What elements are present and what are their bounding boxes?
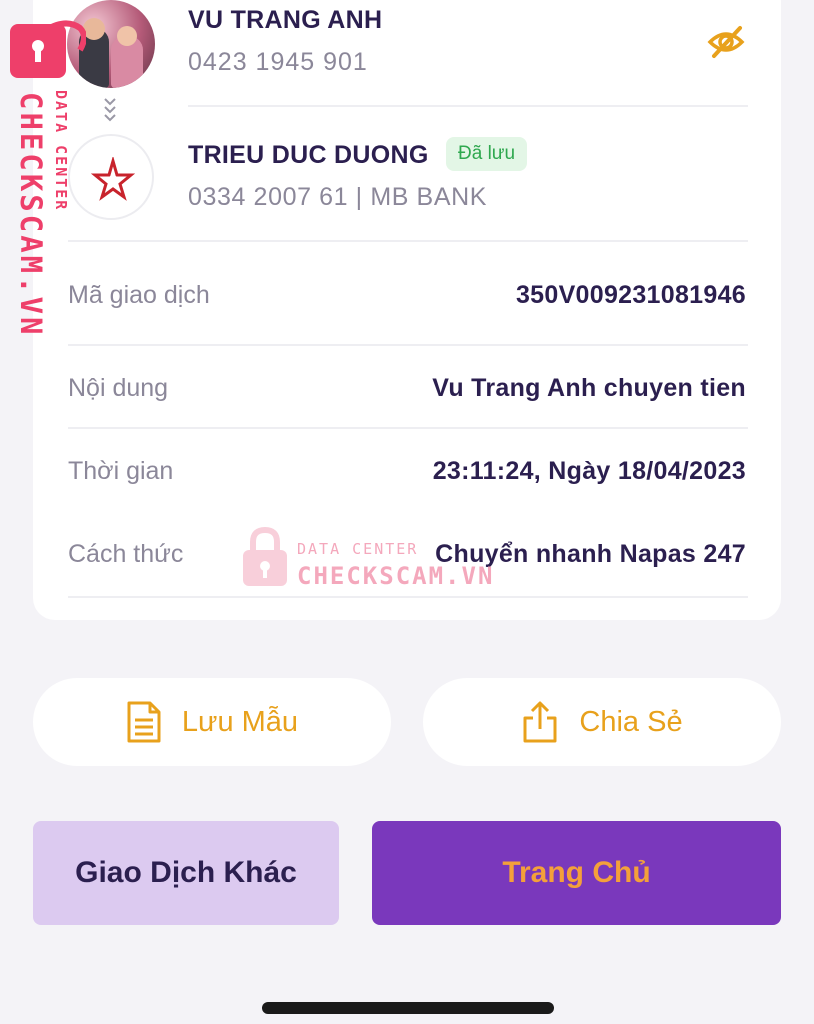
divider [68,596,748,598]
document-icon [127,701,161,743]
divider [188,105,748,107]
sender-account: 0423 1945 901 [188,48,368,76]
home-indicator[interactable] [262,1002,554,1014]
divider [68,427,748,429]
divider [68,240,748,242]
watermark-side-subtext: DATA CENTER [52,90,70,212]
watermark-center-text: CHECKSCAM.VN [297,562,495,590]
share-upload-icon [523,701,557,743]
other-transaction-button[interactable]: Giao Dịch Khác [33,821,339,925]
home-button[interactable]: Trang Chủ [372,821,781,925]
watermark-center-lock-icon [243,526,287,586]
eye-off-icon[interactable] [706,22,746,62]
time-value: 23:11:24, Ngày 18/04/2023 [432,457,746,485]
time-label: Thời gian [68,457,174,485]
content-label: Nội dung [68,374,169,402]
share-label: Chia Sẻ [579,705,683,738]
transaction-detail-card [33,0,781,620]
watermark-lock-icon [10,20,86,78]
share-button[interactable]: Chia Sẻ [423,678,781,766]
bank-logo [68,134,154,220]
transaction-id-value: 350V009231081946 [515,281,746,309]
mb-bank-star-icon [91,157,135,201]
saved-badge: Đã lưu [446,137,528,171]
watermark-center-subtext: DATA CENTER [297,540,419,558]
save-template-button[interactable]: Lưu Mẫu [33,678,391,766]
watermark-side-text: CHECKSCAM.VN [14,92,48,338]
double-chevron-down-icon [104,98,116,122]
transaction-id-label: Mã giao dịch [68,281,210,309]
save-template-label: Lưu Mẫu [181,705,299,738]
receiver-account: 0334 2007 61 | MB BANK [188,183,488,211]
divider [68,344,748,346]
sender-name: VU TRANG ANH [188,6,383,34]
method-label: Cách thức [68,540,184,568]
receiver-name: TRIEU DUC DUONG [188,141,429,169]
content-value: Vu Trang Anh chuyen tien [432,374,746,402]
